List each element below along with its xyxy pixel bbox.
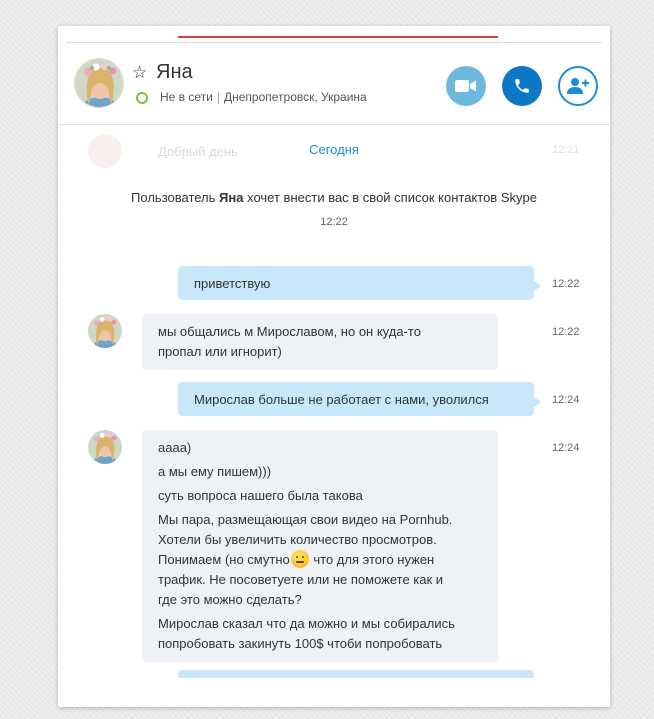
- outgoing-message[interactable]: приветствую: [178, 266, 541, 300]
- message-line: где это можно сделать?: [158, 592, 302, 607]
- message-line: суть вопроса нашего была такова: [158, 488, 363, 503]
- active-indicator: [178, 36, 498, 38]
- add-person-icon: [567, 78, 589, 94]
- contact-request-message: Пользователь Яна хочет внести вас в свой…: [58, 190, 610, 205]
- video-call-button[interactable]: [446, 66, 486, 106]
- incoming-message[interactable]: мы общались м Мирославом, но он куда-то …: [142, 314, 498, 370]
- system-prefix: Пользователь: [131, 190, 216, 205]
- audio-call-button[interactable]: [502, 66, 542, 106]
- contact-status-line: Не в сети | Днепропетровск, Украина: [160, 90, 367, 104]
- separator: |: [216, 90, 220, 104]
- contact-location: Днепропетровск, Украина: [223, 90, 367, 104]
- smiley-icon: [290, 550, 309, 568]
- contact-status: Не в сети: [160, 90, 213, 104]
- system-name: Яна: [219, 190, 244, 205]
- message-line: аааа): [158, 440, 192, 455]
- add-contact-button[interactable]: [558, 66, 598, 106]
- message-line: Мирослав сказал что да можно и мы собира…: [158, 616, 455, 631]
- chat-header: ☆ Яна Не в сети | Днепропетровск, Украина: [58, 56, 610, 124]
- message-time: 12:22: [552, 326, 580, 338]
- date-separator: Сегодня: [309, 142, 359, 157]
- system-time: 12:22: [320, 216, 348, 228]
- video-camera-icon: [455, 80, 476, 92]
- message-line: Понимаем (но смутно что для этого нужен: [158, 550, 482, 570]
- offline-circle-icon: [136, 92, 148, 104]
- header-divider: [58, 124, 610, 125]
- message-text: приветствую: [194, 275, 271, 291]
- system-suffix: хочет внести вас в свой список контактов…: [247, 190, 537, 205]
- message-fragment: что для этого нужен: [309, 552, 435, 567]
- next-outgoing-message-partial[interactable]: [178, 670, 534, 678]
- contact-avatar[interactable]: [74, 58, 124, 108]
- message-line: пропал или игнорит): [158, 344, 282, 359]
- message-line: трафик. Не посоветуете или не поможете к…: [158, 572, 444, 587]
- contact-avatar-small[interactable]: [88, 314, 122, 348]
- contact-avatar-small[interactable]: [88, 430, 122, 464]
- contact-name: Яна: [156, 61, 193, 83]
- message-fragment: Понимаем (но смутно: [158, 552, 290, 567]
- star-outline-icon[interactable]: ☆: [132, 63, 147, 83]
- message-time: 12:24: [552, 442, 580, 454]
- message-line: мы общались м Мирославом, но он куда-то: [158, 324, 421, 339]
- outgoing-message[interactable]: Мирослав больше не работает с нами, увол…: [178, 382, 541, 416]
- message-line: Хотели бы увеличить количество просмотро…: [158, 532, 437, 547]
- phone-icon: [515, 79, 529, 93]
- message-time: 12:24: [552, 394, 580, 406]
- chat-window: ☆ Яна Не в сети | Днепропетровск, Украина: [58, 26, 610, 707]
- top-divider: [66, 42, 602, 43]
- incoming-message[interactable]: аааа) а мы ему пишем))) суть вопроса наш…: [142, 430, 498, 662]
- message-line: попробовать закинуть 100$ чтоби попробов…: [158, 636, 443, 651]
- message-time: 12:22: [552, 278, 580, 290]
- message-text: Мирослав больше не работает с нами, увол…: [194, 391, 489, 407]
- message-line: а мы ему пишем))): [158, 464, 272, 479]
- message-line: Мы пара, размещающая свои видео на Pornh…: [158, 512, 453, 527]
